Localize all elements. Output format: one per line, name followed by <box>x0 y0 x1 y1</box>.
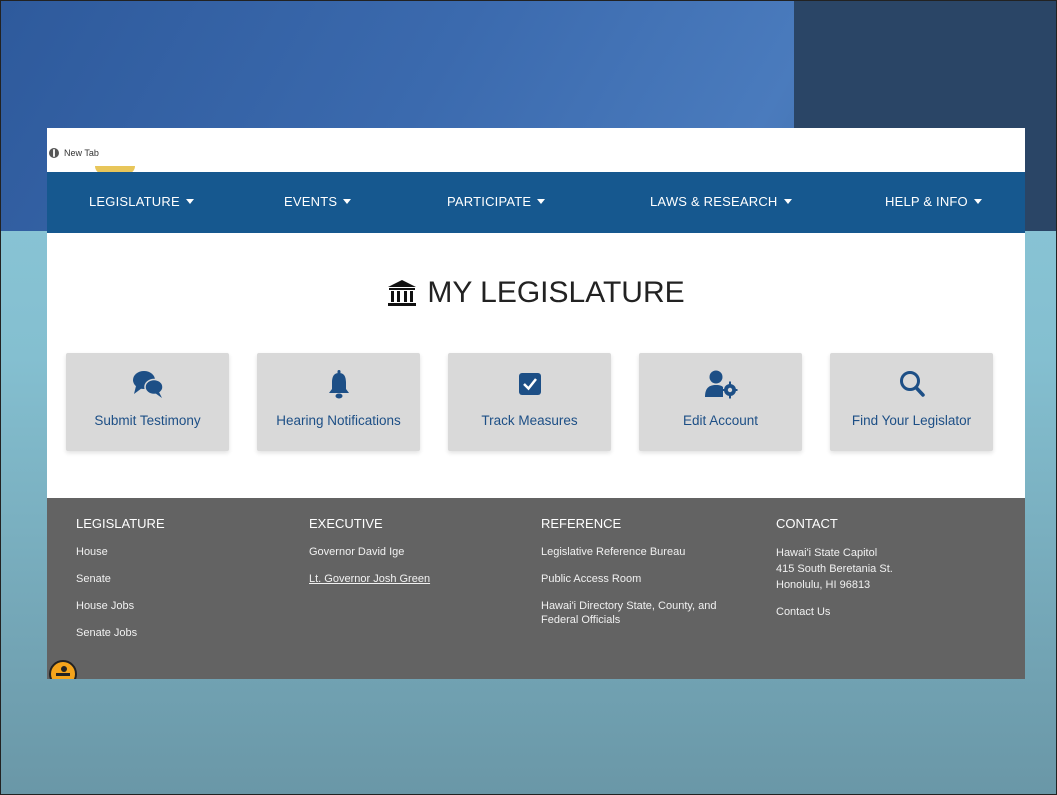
card-label: Find Your Legislator <box>851 413 972 428</box>
footer-heading: LEGISLATURE <box>76 516 165 531</box>
nav-item-laws-research[interactable]: LAWS & RESEARCH <box>650 194 792 209</box>
footer-link-lrb[interactable]: Legislative Reference Bureau <box>541 545 741 559</box>
caret-down-icon <box>185 199 194 204</box>
footer-contact-column: CONTACT Hawai'i State Capitol 415 South … <box>776 516 893 632</box>
edit-account-card[interactable]: Edit Account <box>639 353 802 451</box>
track-measures-card[interactable]: Track Measures <box>448 353 611 451</box>
contact-address-line: Honolulu, HI 96813 <box>776 579 871 591</box>
globe-icon <box>49 148 59 158</box>
caret-down-icon <box>783 199 792 204</box>
card-label: Hearing Notifications <box>276 413 401 428</box>
checkbox-icon <box>448 369 611 401</box>
user-gear-icon <box>639 369 802 401</box>
footer-link-senate-jobs[interactable]: Senate Jobs <box>76 626 165 640</box>
footer-legislature-column: LEGISLATURE House Senate House Jobs Sena… <box>76 516 165 653</box>
hearing-notifications-card[interactable]: Hearing Notifications <box>257 353 420 451</box>
nav-item-label: LAWS & RESEARCH <box>650 194 778 209</box>
footer-heading: REFERENCE <box>541 516 622 531</box>
site-footer: LEGISLATURE House Senate House Jobs Sena… <box>47 498 1025 679</box>
nav-item-events[interactable]: EVENTS <box>284 194 352 209</box>
nav-item-label: LEGISLATURE <box>89 194 180 209</box>
footer-reference-column: REFERENCE Legislative Reference Bureau P… <box>541 516 741 640</box>
caret-down-icon <box>537 199 546 204</box>
footer-link-directory[interactable]: Hawai'i Directory State, County, and Fed… <box>541 599 741 627</box>
slide-background: New Tab LEGISLATURE EVENTS PARTICIPATE L… <box>0 0 1057 795</box>
footer-link-senate[interactable]: Senate <box>76 572 165 586</box>
nav-item-help-info[interactable]: HELP & INFO <box>885 194 982 209</box>
caret-down-icon <box>343 199 352 204</box>
bell-icon <box>257 369 420 401</box>
capitol-building-icon <box>387 279 417 307</box>
card-label: Submit Testimony <box>94 413 201 428</box>
footer-executive-column: EXECUTIVE Governor David Ige Lt. Governo… <box>309 516 430 599</box>
nav-item-participate[interactable]: PARTICIPATE <box>447 194 546 209</box>
nav-item-label: PARTICIPATE <box>447 194 532 209</box>
footer-heading: EXECUTIVE <box>309 516 383 531</box>
website-screenshot: New Tab LEGISLATURE EVENTS PARTICIPATE L… <box>47 128 1025 679</box>
browser-tab[interactable]: New Tab <box>49 148 99 158</box>
nav-item-label: EVENTS <box>284 194 338 209</box>
footer-link-lt-governor[interactable]: Lt. Governor Josh Green <box>309 572 430 586</box>
nav-item-label: HELP & INFO <box>885 194 968 209</box>
browser-tab-bar: New Tab <box>47 128 1025 174</box>
page-title: MY LEGISLATURE <box>47 276 1025 310</box>
page-title-text: MY LEGISLATURE <box>427 276 685 309</box>
nav-item-legislature[interactable]: LEGISLATURE <box>89 194 194 209</box>
footer-link-house[interactable]: House <box>76 545 165 559</box>
footer-link-contact-us[interactable]: Contact Us <box>776 605 893 619</box>
card-label: Edit Account <box>682 413 759 428</box>
footer-link-governor[interactable]: Governor David Ige <box>309 545 430 559</box>
footer-link-house-jobs[interactable]: House Jobs <box>76 599 165 613</box>
browser-tab-label: New Tab <box>64 148 99 158</box>
card-label: Track Measures <box>481 413 578 428</box>
footer-link-public-access-room[interactable]: Public Access Room <box>541 572 741 586</box>
chat-bubbles-icon <box>66 369 229 401</box>
find-your-legislator-card[interactable]: Find Your Legislator <box>830 353 993 451</box>
contact-address-line: 415 South Beretania St. <box>776 563 893 575</box>
search-icon <box>830 369 993 401</box>
caret-down-icon <box>973 199 982 204</box>
main-navigation: LEGISLATURE EVENTS PARTICIPATE LAWS & RE… <box>47 172 1025 233</box>
footer-heading: CONTACT <box>776 516 838 531</box>
contact-address-line: Hawai'i State Capitol <box>776 547 878 559</box>
submit-testimony-card[interactable]: Submit Testimony <box>66 353 229 451</box>
